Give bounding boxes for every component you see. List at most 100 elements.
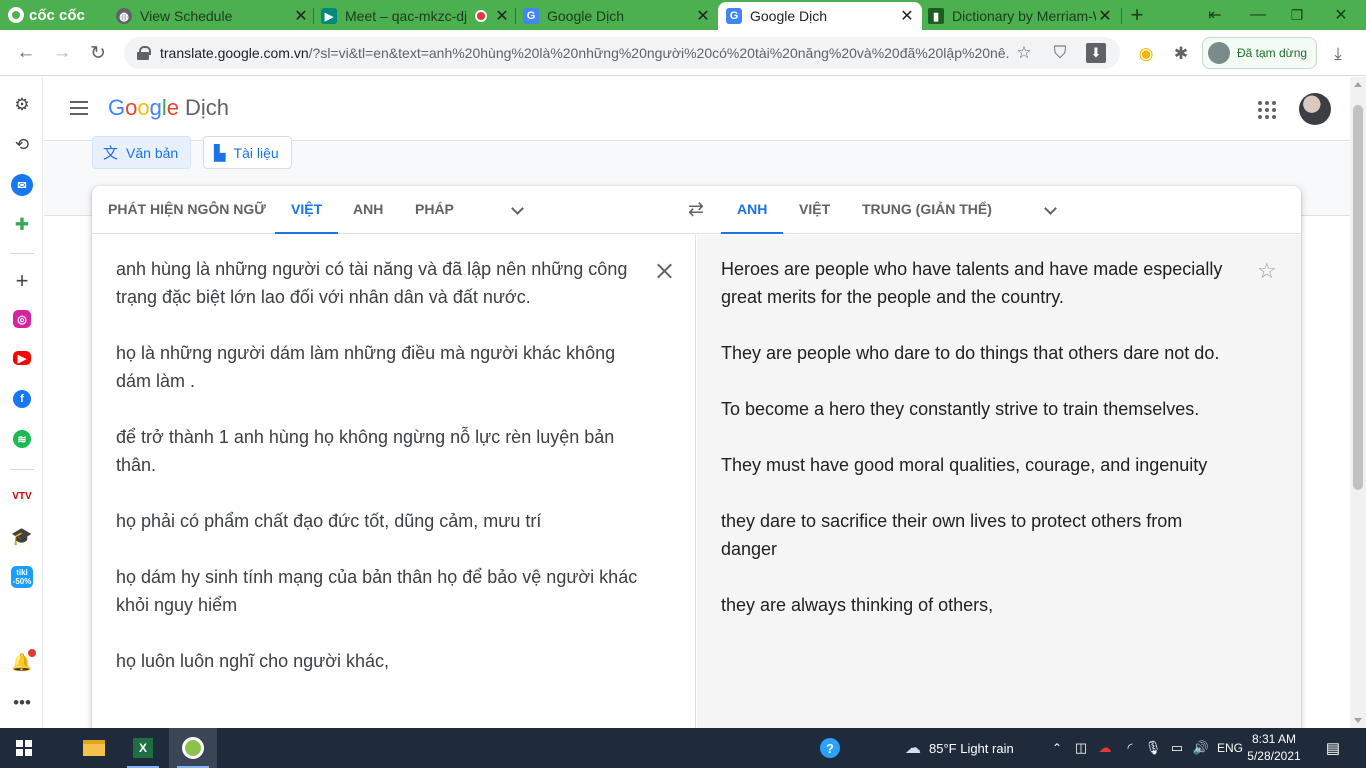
battery-icon[interactable]: ▭ bbox=[1168, 728, 1186, 768]
tab-google-dich-active[interactable]: G Google Dịch ✕ bbox=[718, 2, 922, 30]
meet-icon: ▶ bbox=[321, 8, 337, 24]
onedrive-error-icon[interactable]: ☁ bbox=[1096, 728, 1114, 768]
shield-icon[interactable]: ⛉ bbox=[1042, 41, 1078, 65]
target-paragraph: they are always thinking of others, bbox=[721, 595, 994, 615]
google-apps-icon[interactable] bbox=[1258, 101, 1276, 119]
input-language[interactable]: ENG bbox=[1216, 728, 1244, 768]
main-menu-icon[interactable] bbox=[70, 101, 88, 115]
source-lang-french[interactable]: PHÁP bbox=[399, 186, 470, 234]
reload-icon[interactable]: ↻ bbox=[83, 38, 113, 68]
target-lang-chinese-simplified[interactable]: TRUNG (GIẢN THỂ) bbox=[846, 186, 1008, 234]
spotify-icon[interactable]: ≋ bbox=[13, 430, 31, 448]
forward-arrow-icon[interactable]: → bbox=[47, 38, 77, 68]
vtv-go-icon[interactable]: VTV bbox=[11, 486, 33, 506]
game-controller-icon[interactable]: ✚ bbox=[11, 214, 33, 236]
facebook-icon[interactable]: f bbox=[13, 390, 31, 408]
documents-mode-button[interactable]: ▙ Tài liệu bbox=[203, 136, 292, 169]
clear-text-icon[interactable] bbox=[653, 259, 677, 283]
browser-brand[interactable]: cốc cốc bbox=[8, 4, 85, 26]
scroll-up-icon[interactable] bbox=[1354, 82, 1362, 87]
extension-chrome-icon[interactable]: ◉ bbox=[1134, 42, 1158, 66]
help-icon[interactable]: ? bbox=[818, 728, 842, 768]
scroll-down-icon[interactable] bbox=[1354, 718, 1362, 723]
close-tab-icon[interactable]: ✕ bbox=[292, 6, 310, 26]
restore-icon[interactable]: ❐ bbox=[1284, 4, 1310, 26]
source-paragraph[interactable]: để trở thành 1 anh hùng họ không ngừng n… bbox=[116, 423, 646, 479]
notification-center-icon[interactable]: ▤ bbox=[1318, 728, 1348, 768]
scrollbar-thumb[interactable] bbox=[1353, 105, 1363, 490]
bookmark-star-icon[interactable]: ☆ bbox=[1006, 41, 1042, 65]
clock-time: 8:31 AM bbox=[1251, 732, 1297, 746]
excel-icon[interactable]: X bbox=[119, 728, 167, 768]
target-paragraph: Heroes are people who have talents and h… bbox=[721, 259, 1223, 307]
close-tab-icon[interactable]: ✕ bbox=[694, 6, 712, 26]
close-tab-icon[interactable]: ✕ bbox=[493, 6, 511, 26]
source-lang-detect[interactable]: PHÁT HIỆN NGÔN NGỮ bbox=[92, 186, 282, 234]
coccoc-logo-icon bbox=[8, 7, 24, 23]
target-lang-english[interactable]: ANH bbox=[721, 186, 784, 234]
source-lang-english[interactable]: ANH bbox=[337, 186, 399, 234]
profile-avatar bbox=[1208, 42, 1230, 64]
downloads-tray-icon[interactable]: ⤓ bbox=[1326, 42, 1350, 66]
close-window-icon[interactable]: ✕ bbox=[1328, 4, 1354, 26]
volume-icon[interactable]: 🔊 bbox=[1192, 728, 1210, 768]
source-paragraph[interactable]: anh hùng là những người có tài năng và đ… bbox=[116, 255, 646, 311]
address-bar[interactable]: translate.google.com.vn/?sl=vi&tl=en&tex… bbox=[124, 37, 1120, 69]
weather-widget[interactable]: ☁ 85°F Light rain bbox=[905, 728, 1047, 768]
history-icon[interactable]: ⟲ bbox=[11, 134, 33, 156]
account-avatar[interactable] bbox=[1299, 93, 1331, 125]
extensions-puzzle-icon[interactable]: ✱ bbox=[1169, 42, 1193, 66]
tab-merriam-webster[interactable]: ▮ Dictionary by Merriam-W ✕ bbox=[920, 2, 1120, 30]
show-hidden-icons[interactable]: ⌃ bbox=[1048, 728, 1066, 768]
clock-date: 5/28/2021 bbox=[1247, 749, 1301, 763]
tab-search-icon[interactable]: ⇤ bbox=[1202, 4, 1228, 26]
tab-google-dich-1[interactable]: G Google Dịch ✕ bbox=[515, 2, 718, 30]
source-text-area[interactable]: anh hùng là những người có tài năng và đ… bbox=[92, 235, 696, 728]
profile-button[interactable]: Đã tạm dừng bbox=[1202, 37, 1317, 69]
microphone-icon[interactable]: 🎙 bbox=[1144, 728, 1162, 768]
target-paragraph: they dare to sacrifice their own lives t… bbox=[721, 511, 1183, 559]
clock[interactable]: 8:31 AM 5/28/2021 bbox=[1246, 731, 1302, 765]
wifi-icon[interactable]: ◜ bbox=[1121, 728, 1139, 768]
tab-view-schedule[interactable]: ◍ View Schedule ✕ bbox=[108, 2, 316, 30]
target-lang-more-icon[interactable] bbox=[1041, 201, 1059, 219]
start-button[interactable] bbox=[0, 728, 48, 768]
source-lang-more-icon[interactable] bbox=[508, 201, 526, 219]
messenger-icon[interactable]: ✉ bbox=[11, 174, 33, 196]
google-translate-logo[interactable]: Google Dịch bbox=[108, 95, 229, 121]
graduation-cap-icon[interactable]: 🎓 bbox=[11, 526, 33, 548]
add-panel-icon[interactable]: + bbox=[11, 268, 33, 293]
more-options-icon[interactable]: ••• bbox=[11, 692, 33, 714]
download-icon[interactable]: ⬇ bbox=[1086, 43, 1106, 63]
translation-output: Heroes are people who have talents and h… bbox=[697, 235, 1301, 728]
source-paragraph[interactable]: họ luôn luôn nghĩ cho người khác, bbox=[116, 647, 646, 675]
close-tab-icon[interactable]: ✕ bbox=[1096, 6, 1114, 26]
save-translation-star-icon[interactable]: ☆ bbox=[1257, 258, 1277, 284]
back-arrow-icon[interactable]: ← bbox=[11, 38, 41, 68]
new-tab-button[interactable]: + bbox=[1124, 2, 1150, 27]
coccoc-taskbar-icon[interactable] bbox=[169, 728, 217, 768]
swap-languages-icon[interactable]: ⇄ bbox=[684, 200, 708, 220]
settings-gear-icon[interactable]: ⚙ bbox=[11, 94, 33, 116]
google-translate-icon: G bbox=[523, 8, 539, 24]
source-lang-vietnamese[interactable]: VIỆT bbox=[275, 186, 339, 234]
meet-now-icon[interactable]: ◫ bbox=[1072, 728, 1090, 768]
file-explorer-icon[interactable] bbox=[70, 728, 118, 768]
brand-label: cốc cốc bbox=[29, 6, 85, 24]
translate-card: PHÁT HIỆN NGÔN NGỮ VIỆT ANH PHÁP ⇄ ANH V… bbox=[92, 186, 1301, 728]
instagram-icon[interactable]: ◎ bbox=[13, 310, 31, 328]
close-tab-icon[interactable]: ✕ bbox=[898, 6, 916, 26]
tab-meet[interactable]: ▶ Meet – qac-mkzc-dj ✕ bbox=[313, 2, 517, 30]
source-paragraph[interactable]: họ dám hy sinh tính mạng của bản thân họ… bbox=[116, 563, 646, 619]
source-paragraph[interactable]: họ là những người dám làm những điều mà … bbox=[116, 339, 646, 395]
minimize-icon[interactable]: — bbox=[1245, 4, 1271, 26]
source-paragraph[interactable]: họ phải có phẩm chất đạo đức tốt, dũng c… bbox=[116, 507, 646, 535]
page-scrollbar[interactable] bbox=[1350, 77, 1366, 728]
text-mode-button[interactable]: 文 Văn bản bbox=[92, 136, 192, 169]
target-lang-vietnamese[interactable]: VIỆT bbox=[783, 186, 846, 234]
browser-sidebar: ⚙ ⟲ ✉ ✚ + ◎ ▶ f ≋ VTV 🎓 tiki -50% 🔔 ••• bbox=[0, 77, 43, 728]
youtube-icon[interactable]: ▶ bbox=[13, 351, 31, 365]
url-text[interactable]: translate.google.com.vn/?sl=vi&tl=en&tex… bbox=[160, 45, 1010, 61]
tiki-icon[interactable]: tiki -50% bbox=[11, 566, 33, 588]
windows-logo-icon bbox=[16, 740, 32, 756]
